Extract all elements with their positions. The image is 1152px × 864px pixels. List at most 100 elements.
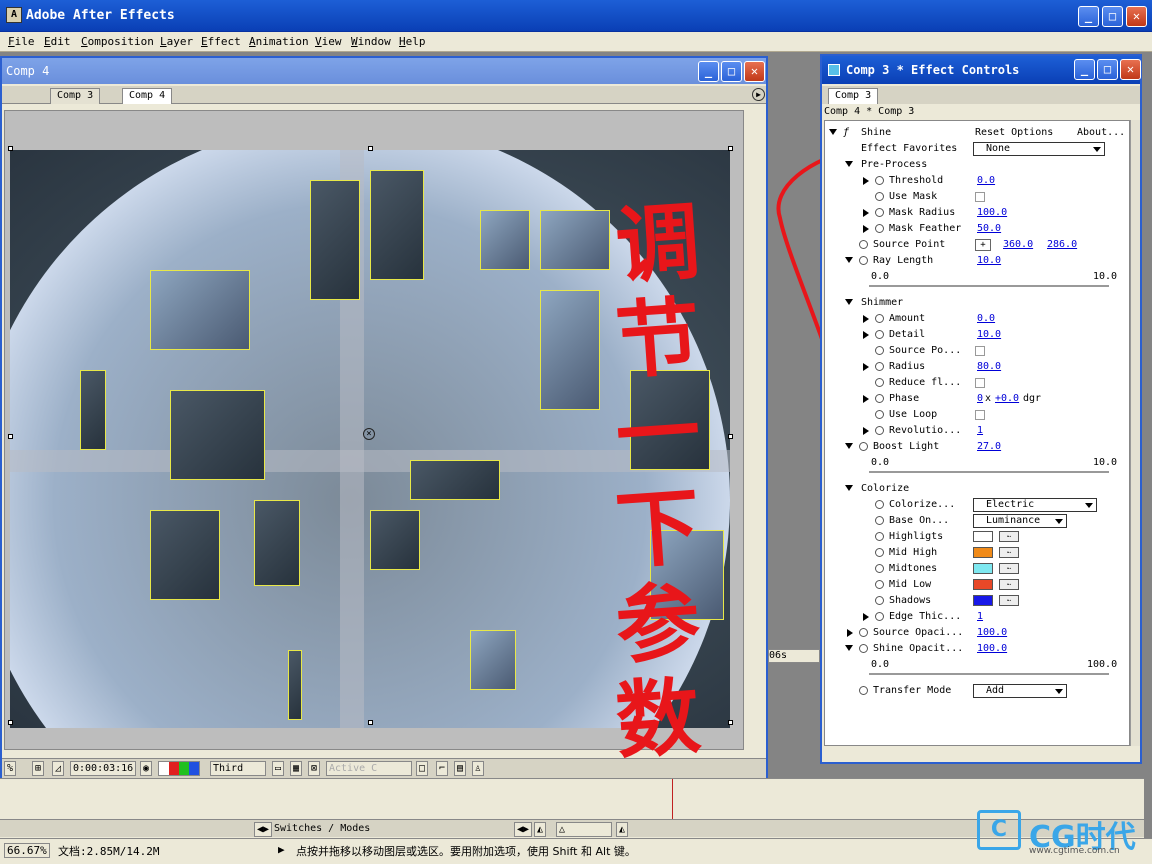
reset-button[interactable]: Reset Options bbox=[975, 125, 1053, 141]
stopwatch-icon[interactable] bbox=[875, 346, 884, 355]
expand-icon[interactable] bbox=[863, 331, 869, 339]
expand-icon[interactable] bbox=[863, 613, 869, 621]
layer-handle[interactable] bbox=[8, 146, 13, 151]
comp-close-button[interactable]: ✕ bbox=[744, 61, 765, 82]
expand-icon[interactable] bbox=[863, 177, 869, 185]
layout-icon[interactable]: □ bbox=[416, 761, 429, 776]
reduce-flickering-checkbox[interactable] bbox=[975, 378, 985, 388]
stopwatch-icon[interactable] bbox=[875, 330, 884, 339]
shine-opacity-slider[interactable] bbox=[869, 673, 1109, 675]
use-mask-checkbox[interactable] bbox=[975, 192, 985, 202]
stopwatch-icon[interactable] bbox=[875, 378, 884, 387]
menu-window[interactable]: Window bbox=[351, 35, 391, 48]
eyedropper-icon[interactable]: ➵ bbox=[999, 531, 1019, 542]
current-time-indicator[interactable] bbox=[672, 779, 673, 819]
source-opacity-value[interactable]: 100.0 bbox=[977, 625, 1007, 641]
comp-menu-arrow-icon[interactable]: ▶ bbox=[752, 88, 765, 101]
stopwatch-icon[interactable] bbox=[875, 426, 884, 435]
midtones-color-swatch[interactable] bbox=[973, 563, 993, 574]
collapse-icon[interactable] bbox=[845, 161, 853, 167]
layer-handle[interactable] bbox=[8, 720, 13, 725]
menu-edit[interactable]: Edit bbox=[44, 35, 71, 48]
stopwatch-icon[interactable] bbox=[859, 628, 868, 637]
layer-handle[interactable] bbox=[8, 434, 13, 439]
ray-length-slider[interactable] bbox=[869, 285, 1109, 287]
edge-thickness-value[interactable]: 1 bbox=[977, 609, 983, 625]
stopwatch-icon[interactable] bbox=[875, 208, 884, 217]
fx-close-button[interactable]: ✕ bbox=[1120, 59, 1141, 80]
collapse-icon[interactable] bbox=[845, 485, 853, 491]
minimize-button[interactable]: _ bbox=[1078, 6, 1099, 27]
layer-handle[interactable] bbox=[728, 434, 733, 439]
channel-icon[interactable] bbox=[158, 761, 200, 776]
collapse-icon[interactable] bbox=[845, 443, 853, 449]
stopwatch-icon[interactable] bbox=[875, 394, 884, 403]
fx-scrollbar[interactable] bbox=[1130, 120, 1140, 746]
mask-view-icon[interactable]: ◿ bbox=[52, 761, 65, 776]
detail-value[interactable]: 10.0 bbox=[977, 327, 1001, 343]
expand-icon[interactable] bbox=[847, 629, 853, 637]
expand-collapse-icon[interactable]: ◀▶ bbox=[514, 822, 533, 837]
close-button[interactable]: ✕ bbox=[1126, 6, 1147, 27]
expand-icon[interactable] bbox=[863, 363, 869, 371]
expand-icon[interactable] bbox=[863, 225, 869, 233]
stopwatch-icon[interactable] bbox=[875, 410, 884, 419]
maximize-button[interactable]: □ bbox=[1102, 6, 1123, 27]
stopwatch-icon[interactable] bbox=[875, 362, 884, 371]
menu-help[interactable]: Help bbox=[399, 35, 426, 48]
expand-icon[interactable] bbox=[863, 395, 869, 403]
fx-window-titlebar[interactable]: Comp 3 * Effect Controls _ □ ✕ bbox=[822, 56, 1141, 84]
fx-maximize-button[interactable]: □ bbox=[1097, 59, 1118, 80]
tab-comp-4[interactable]: Comp 4 bbox=[122, 88, 173, 104]
colorize-dropdown[interactable]: Electric bbox=[973, 498, 1097, 512]
switches-modes-toggle[interactable]: Switches / Modes bbox=[272, 822, 394, 837]
source-point-checkbox[interactable] bbox=[975, 346, 985, 356]
collapse-icon[interactable] bbox=[845, 299, 853, 305]
boost-light-slider[interactable] bbox=[869, 471, 1109, 473]
comp-minimize-button[interactable]: _ bbox=[698, 61, 719, 82]
layer-handle[interactable] bbox=[368, 146, 373, 151]
use-loop-checkbox[interactable] bbox=[975, 410, 985, 420]
phase-revolutions[interactable]: 0 bbox=[977, 391, 983, 407]
mask-radius-value[interactable]: 100.0 bbox=[977, 205, 1007, 221]
source-point-x[interactable]: 360.0 bbox=[1003, 237, 1033, 253]
eyedropper-icon[interactable]: ➵ bbox=[999, 563, 1019, 574]
stopwatch-icon[interactable] bbox=[875, 564, 884, 573]
transparency-grid-icon[interactable]: ▦ bbox=[290, 761, 303, 776]
stopwatch-icon[interactable] bbox=[875, 612, 884, 621]
mid-low-color-swatch[interactable] bbox=[973, 579, 993, 590]
comp-maximize-button[interactable]: □ bbox=[721, 61, 742, 82]
transfer-mode-dropdown[interactable]: Add bbox=[973, 684, 1067, 698]
stopwatch-icon[interactable] bbox=[875, 224, 884, 233]
stopwatch-icon[interactable] bbox=[875, 596, 884, 605]
expand-icon[interactable] bbox=[863, 209, 869, 217]
stopwatch-icon[interactable] bbox=[875, 192, 884, 201]
zoom-in-icon[interactable]: ◭ bbox=[616, 822, 629, 837]
tab-fx-comp-3[interactable]: Comp 3 bbox=[828, 88, 879, 104]
fast-preview-icon[interactable]: ⌐ bbox=[436, 761, 449, 776]
resolution-menu[interactable]: Third bbox=[210, 761, 266, 776]
stopwatch-icon[interactable] bbox=[875, 500, 884, 509]
boost-light-value[interactable]: 27.0 bbox=[977, 439, 1001, 455]
about-button[interactable]: About... bbox=[1077, 125, 1125, 141]
menu-animation[interactable]: Animation bbox=[249, 35, 309, 48]
timeline-zoom-slider[interactable]: △ bbox=[556, 822, 612, 837]
stopwatch-icon[interactable] bbox=[875, 580, 884, 589]
menu-view[interactable]: View bbox=[315, 35, 342, 48]
menu-file[interactable]: File bbox=[8, 35, 35, 48]
stopwatch-icon[interactable] bbox=[859, 644, 868, 653]
revolutions-value[interactable]: 1 bbox=[977, 423, 983, 439]
shine-opacity-value[interactable]: 100.0 bbox=[977, 641, 1007, 657]
stopwatch-icon[interactable] bbox=[859, 240, 868, 249]
highlights-color-swatch[interactable] bbox=[973, 531, 993, 542]
collapse-icon[interactable] bbox=[845, 257, 853, 263]
tab-comp-3[interactable]: Comp 3 bbox=[50, 88, 101, 104]
favorites-dropdown[interactable]: None bbox=[973, 142, 1105, 156]
ray-length-value[interactable]: 10.0 bbox=[977, 253, 1001, 269]
collapse-icon[interactable] bbox=[845, 645, 853, 651]
mid-high-color-swatch[interactable] bbox=[973, 547, 993, 558]
pixel-aspect-icon[interactable]: ⊠ bbox=[308, 761, 321, 776]
stopwatch-icon[interactable] bbox=[859, 686, 868, 695]
eyedropper-icon[interactable]: ➵ bbox=[999, 595, 1019, 606]
stopwatch-icon[interactable] bbox=[875, 516, 884, 525]
